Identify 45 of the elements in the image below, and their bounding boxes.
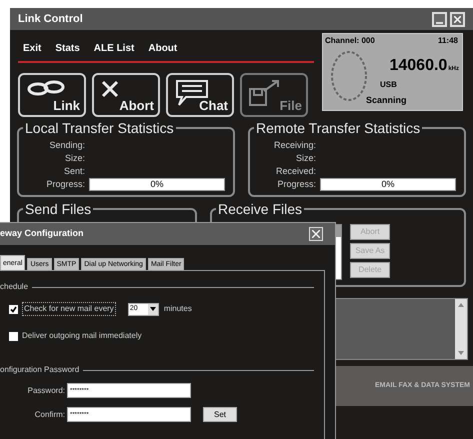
section-title: chedule — [0, 281, 28, 293]
checkbox-label[interactable]: Check for new mail every — [22, 302, 116, 316]
menu-item[interactable]: ALE List — [94, 41, 134, 57]
time-text: 11:48 — [438, 35, 458, 47]
minimize-icon — [436, 22, 443, 24]
close-button[interactable] — [309, 227, 323, 241]
stat-label: Sent: — [62, 165, 85, 178]
unit-label: minutes — [164, 303, 192, 315]
floppy-arrow-icon — [248, 79, 282, 107]
checkbox-label[interactable]: Deliver outgoing mail immediately — [22, 330, 142, 342]
set-button[interactable]: Set — [203, 407, 237, 422]
menu-item[interactable]: Exit — [23, 41, 42, 57]
close-icon — [312, 230, 320, 238]
stat-label: Receiving: — [272, 139, 316, 152]
close-icon — [454, 16, 461, 22]
stat-label: Progress: — [45, 178, 85, 191]
menu-item[interactable]: About — [148, 41, 178, 57]
stat-label: Progress: — [276, 178, 316, 191]
progress-text: 0% — [380, 179, 396, 190]
stat-label: Sending: — [48, 139, 85, 152]
dropdown-arrow-icon — [150, 307, 156, 311]
stat-label: Received: — [274, 165, 316, 178]
x-icon — [100, 79, 120, 99]
menu-item[interactable]: Stats — [55, 41, 80, 57]
field-label: Confirm: — [34, 408, 65, 420]
progress-text: 0% — [149, 179, 164, 190]
toolbar-button[interactable]: Link — [18, 73, 86, 117]
chain-icon — [26, 79, 66, 97]
status-text: Scanning — [366, 94, 407, 107]
toolbar-button[interactable]: Chat — [166, 73, 234, 117]
window-title: eway Configuration — [0, 227, 84, 240]
window-title: Link Control — [18, 12, 83, 27]
section-title: onfiguration Password — [0, 364, 80, 376]
minimize-button[interactable] — [432, 12, 447, 26]
field-label: Password: — [26, 384, 65, 396]
stat-label: Size: — [64, 152, 85, 165]
mode-text: USB — [380, 79, 397, 91]
checkbox[interactable] — [9, 332, 18, 340]
stat-label: Size: — [294, 152, 316, 165]
close-button[interactable] — [450, 12, 465, 26]
toolbar-button[interactable]: Abort — [92, 73, 160, 117]
frequency-text: 14060.0 — [389, 56, 448, 76]
check-icon — [10, 306, 17, 312]
channel-text: Channel: 000 — [325, 35, 375, 47]
checkbox[interactable] — [9, 304, 18, 314]
